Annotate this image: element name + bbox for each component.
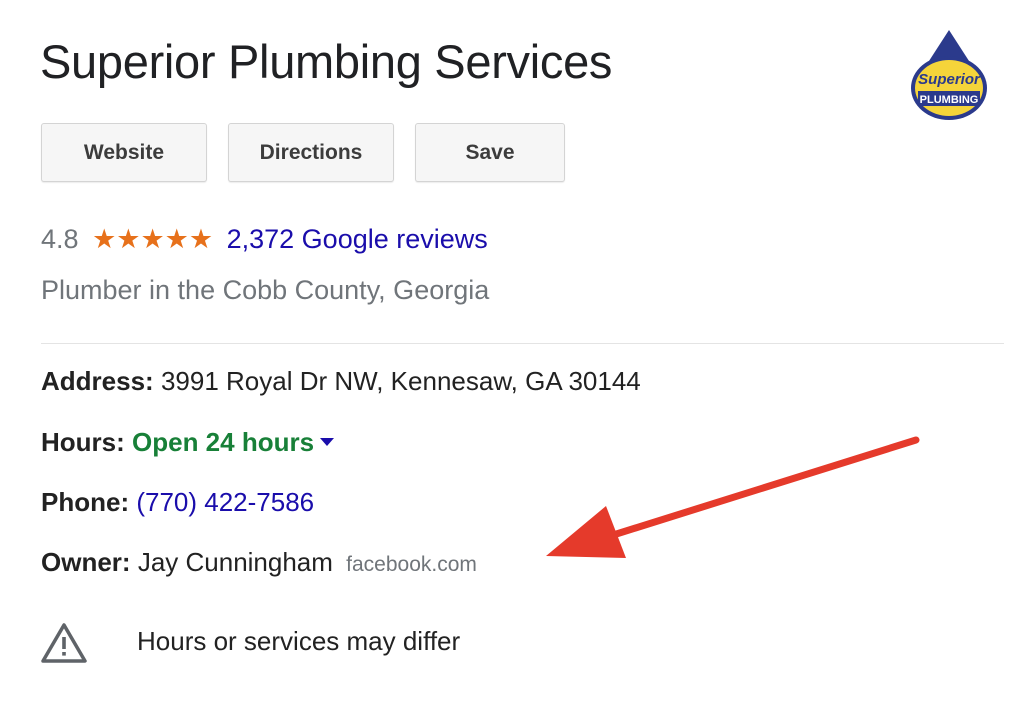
caret-down-icon[interactable]	[320, 438, 335, 447]
address-row: Address: 3991 Royal Dr NW, Kennesaw, GA …	[41, 366, 641, 397]
owner-label: Owner:	[41, 547, 131, 577]
website-button[interactable]: Website	[41, 123, 207, 182]
phone-link[interactable]: (770) 422-7586	[136, 487, 314, 517]
phone-row: Phone: (770) 422-7586	[41, 487, 314, 518]
reviews-link[interactable]: 2,372 Google reviews	[227, 224, 488, 254]
rating-row: 4.8 ★★★★★ 2,372 Google reviews	[41, 224, 488, 255]
warning-triangle-icon	[41, 623, 87, 663]
star-rating-icon: ★★★★★	[92, 224, 214, 254]
rating-value: 4.8	[41, 224, 79, 254]
logo-text-bottom: PLUMBING	[920, 94, 979, 106]
business-category: Plumber in the Cobb County, Georgia	[41, 275, 490, 305]
divider	[41, 343, 1004, 344]
owner-row: Owner: Jay Cunningham facebook.com	[41, 547, 477, 578]
logo-text-top: Superior	[918, 71, 981, 88]
directions-button[interactable]: Directions	[228, 123, 394, 182]
address-value[interactable]: 3991 Royal Dr NW, Kennesaw, GA 30144	[161, 366, 641, 396]
hours-row: Hours: Open 24 hours	[41, 427, 335, 458]
hours-label: Hours:	[41, 427, 125, 457]
save-button[interactable]: Save	[415, 123, 565, 182]
business-title: Superior Plumbing Services	[40, 35, 613, 88]
address-label: Address:	[41, 366, 154, 396]
phone-label: Phone:	[41, 487, 130, 517]
business-logo: Superior PLUMBING	[911, 30, 987, 120]
owner-value: Jay Cunningham	[137, 547, 333, 577]
notice-text: Hours or services may differ	[137, 626, 461, 656]
owner-source-link[interactable]: facebook.com	[346, 553, 477, 576]
annotation-arrow-icon	[546, 436, 920, 558]
hours-value[interactable]: Open 24 hours	[132, 427, 314, 457]
